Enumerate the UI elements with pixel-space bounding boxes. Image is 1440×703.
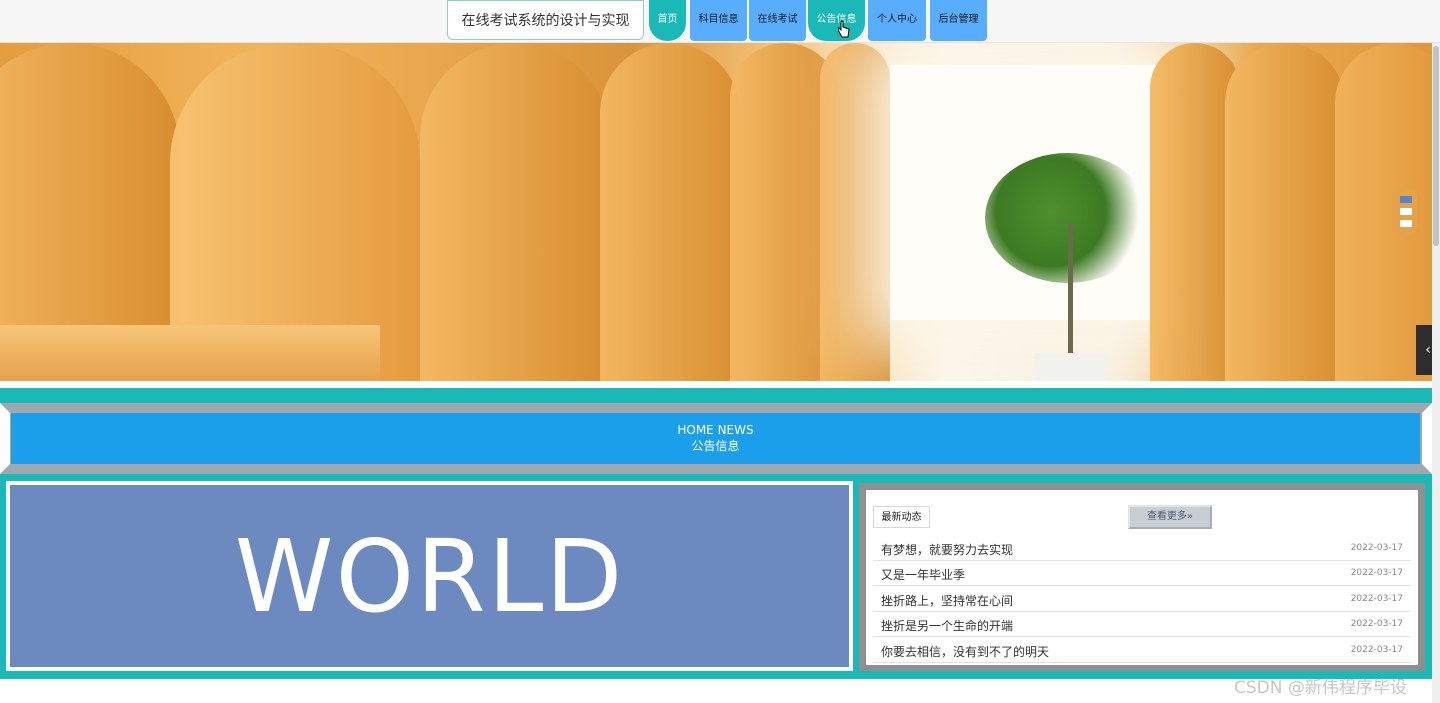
latest-news-tab[interactable]: 最新动态 bbox=[873, 506, 930, 528]
news-item-date: 2022-03-17 bbox=[1350, 568, 1403, 578]
section-divider bbox=[0, 388, 1432, 403]
news-item-date: 2022-03-17 bbox=[1350, 594, 1403, 604]
banner-decoration bbox=[1225, 43, 1345, 381]
news-item-title: 又是一年毕业季 bbox=[881, 568, 966, 582]
banner-decoration bbox=[420, 43, 610, 381]
scrollbar-thumb[interactable] bbox=[1433, 46, 1439, 246]
nav-home[interactable]: 首页 bbox=[649, 0, 686, 41]
nav-subject-info[interactable]: 科目信息 bbox=[690, 0, 747, 41]
news-item-date: 2022-03-17 bbox=[1350, 645, 1403, 655]
nav-announcements[interactable]: 公告信息 bbox=[808, 0, 865, 41]
top-navbar: 在线考试系统的设计与实现 首页 科目信息 在线考试 公告信息 个人中心 后台管理 bbox=[0, 0, 1440, 43]
plant-stem bbox=[1068, 223, 1073, 358]
banner-decoration bbox=[600, 43, 740, 381]
view-more-button[interactable]: 查看更多» bbox=[1128, 505, 1212, 529]
news-list-item[interactable]: 挫折是另一个生命的开端 2022-03-17 bbox=[873, 611, 1411, 637]
news-list-item[interactable]: 有梦想，就要努力去实现 2022-03-17 bbox=[873, 535, 1411, 561]
featured-image-text: WORLD bbox=[234, 518, 625, 635]
news-item-date: 2022-03-17 bbox=[1350, 619, 1403, 629]
news-heading-en: HOME NEWS bbox=[677, 423, 754, 437]
nav-admin[interactable]: 后台管理 bbox=[930, 0, 987, 41]
site-title: 在线考试系统的设计与实现 bbox=[447, 0, 644, 40]
carousel-dot-3[interactable] bbox=[1400, 220, 1412, 227]
news-item-title: 有梦想，就要努力去实现 bbox=[881, 543, 1014, 557]
featured-news-image[interactable]: WORLD bbox=[10, 485, 849, 667]
news-list-item[interactable]: 又是一年毕业季 2022-03-17 bbox=[873, 560, 1411, 586]
news-item-title: 你要去相信，没有到不了的明天 bbox=[881, 645, 1050, 659]
watermark: CSDN @新伟程序毕设 bbox=[1234, 678, 1407, 698]
news-item-title: 挫折是另一个生命的开端 bbox=[881, 619, 1014, 633]
nav-online-exam[interactable]: 在线考试 bbox=[749, 0, 806, 41]
hero-banner bbox=[0, 43, 1432, 381]
news-item-date: 2022-03-17 bbox=[1350, 543, 1403, 553]
news-item-title: 挫折路上，坚持常在心间 bbox=[881, 594, 1014, 608]
carousel-dot-1[interactable] bbox=[1400, 196, 1412, 203]
chevron-left-icon: ‹ bbox=[1425, 342, 1431, 358]
banner-decoration bbox=[820, 43, 890, 381]
nav-personal-center[interactable]: 个人中心 bbox=[868, 0, 926, 41]
hand-cursor-icon bbox=[838, 20, 850, 38]
carousel-indicators bbox=[1395, 189, 1417, 234]
news-heading-cn: 公告信息 bbox=[691, 439, 740, 453]
carousel-dot-2[interactable] bbox=[1400, 208, 1412, 215]
banner-desk bbox=[0, 325, 380, 381]
news-list-item[interactable]: 你要去相信，没有到不了的明天 2022-03-17 bbox=[873, 637, 1411, 663]
plant-pot bbox=[1035, 353, 1107, 381]
news-section-header: HOME NEWS 公告信息 bbox=[11, 413, 1420, 464]
news-list-item[interactable]: 挫折路上，坚持常在心间 2022-03-17 bbox=[873, 586, 1411, 612]
